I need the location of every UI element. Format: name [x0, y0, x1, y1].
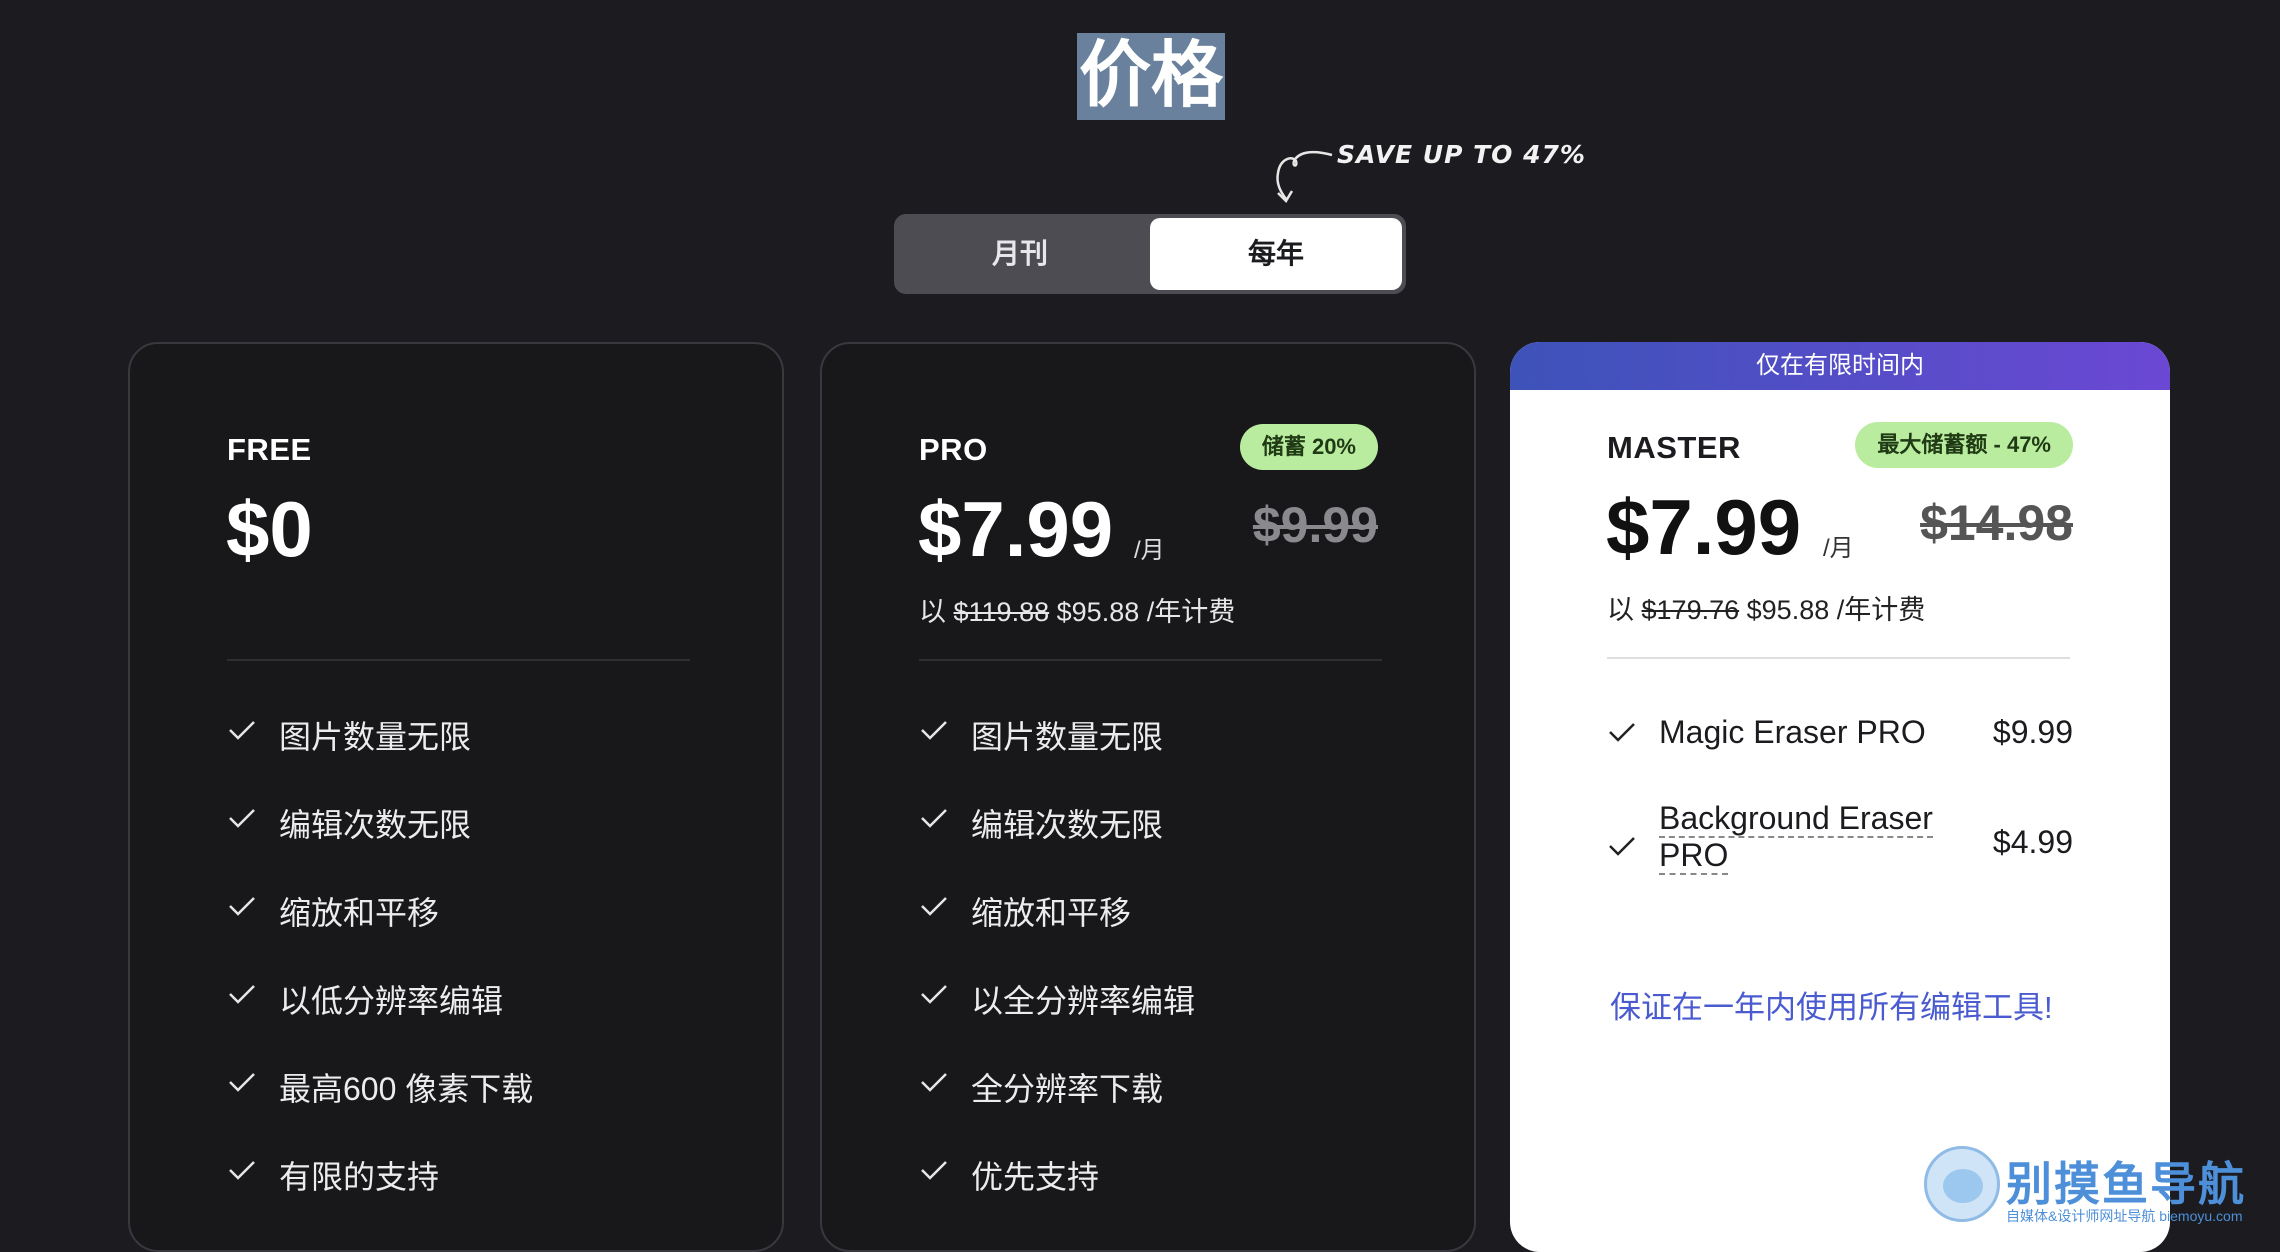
feature-label: 以低分辨率编辑: [279, 983, 504, 1019]
feature-label: 缩放和平移: [279, 895, 440, 931]
addon-name-line1: Background Eraser: [1659, 800, 1933, 838]
check-icon: [1607, 828, 1659, 868]
feature-item: 有限的支持: [227, 1152, 533, 1240]
check-icon: [919, 976, 971, 1016]
guarantee-text: 保证在一年内使用所有编辑工具!: [1610, 990, 2053, 1025]
billing-note: 以 $179.76 $95.88 /年计费: [1607, 588, 1925, 627]
feature-item: 编辑次数无限: [227, 800, 533, 888]
divider: [1607, 657, 2070, 659]
billing-toggle: 月刊 每年: [894, 214, 1406, 294]
plan-card-free: FREE $0 图片数量无限 编辑次数无限 缩放和平移 以低分辨率编辑 最高60…: [128, 342, 784, 1252]
feature-item: 以全分辨率编辑: [919, 976, 1195, 1064]
feature-item: 缩放和平移: [227, 888, 533, 976]
feature-label: 图片数量无限: [971, 719, 1164, 755]
watermark-subtitle: 自媒体&设计师网址导航 biemoyu.com: [2006, 1208, 2243, 1224]
addon-item: Magic Eraser PRO $9.99: [1607, 714, 2073, 764]
savings-badge: 储蓄 20%: [1239, 424, 1378, 470]
curved-arrow-icon: [1276, 150, 1333, 204]
price-period: /月: [1134, 537, 1165, 564]
feature-label: 最高600 像素下载: [279, 1071, 534, 1107]
plan-name: FREE: [227, 432, 312, 467]
billing-new-price: $95.88 /年计费: [1056, 597, 1236, 627]
feature-item: 图片数量无限: [227, 712, 533, 800]
check-icon: [227, 888, 279, 928]
divider: [919, 659, 1382, 661]
billing-prefix: 以: [1607, 595, 1634, 625]
watermark-title: 别摸鱼导航: [2006, 1158, 2246, 1210]
billing-new-price: $95.88 /年计费: [1746, 595, 1926, 625]
plan-price: $7.99: [1606, 483, 1802, 571]
feature-item: 最高600 像素下载: [227, 1064, 533, 1152]
feature-item: 图片数量无限: [919, 712, 1195, 800]
toggle-yearly[interactable]: 每年: [1150, 218, 1402, 290]
billing-note: 以 $119.88 $95.88 /年计费: [919, 590, 1235, 629]
feature-item: 以低分辨率编辑: [227, 976, 533, 1064]
billing-prefix: 以: [919, 597, 946, 627]
plan-price: $0: [226, 485, 313, 573]
check-icon: [227, 712, 279, 752]
addon-item: Background Eraser PRO $4.99: [1607, 800, 2073, 900]
check-icon: [919, 1152, 971, 1192]
savings-badge: 最大储蓄额 - 47%: [1855, 422, 2073, 468]
check-icon: [919, 888, 971, 928]
plan-name: PRO: [919, 432, 988, 467]
plan-card-master: 仅在有限时间内 MASTER 最大储蓄额 - 47% $7.99 /月 $14.…: [1510, 342, 2170, 1252]
addon-price: $9.99: [1992, 714, 2073, 750]
feature-item: 缩放和平移: [919, 888, 1195, 976]
check-icon: [227, 1152, 279, 1192]
feature-label: 缩放和平移: [971, 895, 1132, 931]
check-icon: [919, 800, 971, 840]
feature-label: 编辑次数无限: [971, 807, 1164, 843]
feature-item: 编辑次数无限: [919, 800, 1195, 888]
check-icon: [1607, 714, 1659, 754]
check-icon: [919, 712, 971, 752]
check-icon: [227, 1064, 279, 1104]
check-icon: [227, 800, 279, 840]
page-title: 价格: [1077, 33, 1226, 120]
divider: [227, 659, 690, 661]
addon-price: $4.99: [1992, 824, 2073, 860]
watermark: 别摸鱼导航 自媒体&设计师网址导航 biemoyu.com: [1918, 1140, 2258, 1232]
addon-name: Magic Eraser PRO: [1659, 714, 1926, 750]
feature-item: 全分辨率下载: [919, 1064, 1195, 1152]
feature-label: 有限的支持: [279, 1159, 440, 1195]
original-price: $9.99: [1252, 497, 1378, 553]
toggle-monthly[interactable]: 月刊: [898, 218, 1142, 290]
addon-name[interactable]: Background Eraser PRO: [1659, 800, 1933, 875]
plan-name: MASTER: [1607, 430, 1741, 465]
feature-list: 图片数量无限 编辑次数无限 缩放和平移 以全分辨率编辑 全分辨率下载 优先支持: [919, 712, 1195, 1240]
plan-price: $7.99: [918, 485, 1114, 573]
addon-name-line2: PRO: [1659, 837, 1729, 875]
feature-list: 图片数量无限 编辑次数无限 缩放和平移 以低分辨率编辑 最高600 像素下载 有…: [227, 712, 533, 1240]
save-note: SAVE UP TO 47%: [1337, 140, 1586, 169]
feature-label: 全分辨率下载: [971, 1071, 1164, 1107]
check-icon: [919, 1064, 971, 1104]
feature-label: 编辑次数无限: [279, 807, 472, 843]
limited-time-banner: 仅在有限时间内: [1510, 342, 2170, 390]
check-icon: [227, 976, 279, 1016]
feature-label: 图片数量无限: [279, 719, 472, 755]
price-period: /月: [1823, 535, 1854, 562]
feature-label: 优先支持: [971, 1159, 1100, 1195]
koala-logo-icon: [1924, 1146, 2000, 1222]
feature-item: 优先支持: [919, 1152, 1195, 1240]
original-price: $14.98: [1920, 495, 2073, 551]
billing-old-price: $119.88: [953, 597, 1050, 627]
feature-label: 以全分辨率编辑: [971, 983, 1196, 1019]
plan-card-pro: PRO 储蓄 20% $7.99 /月 $9.99 以 $119.88 $95.…: [820, 342, 1476, 1252]
billing-old-price: $179.76: [1641, 595, 1740, 625]
